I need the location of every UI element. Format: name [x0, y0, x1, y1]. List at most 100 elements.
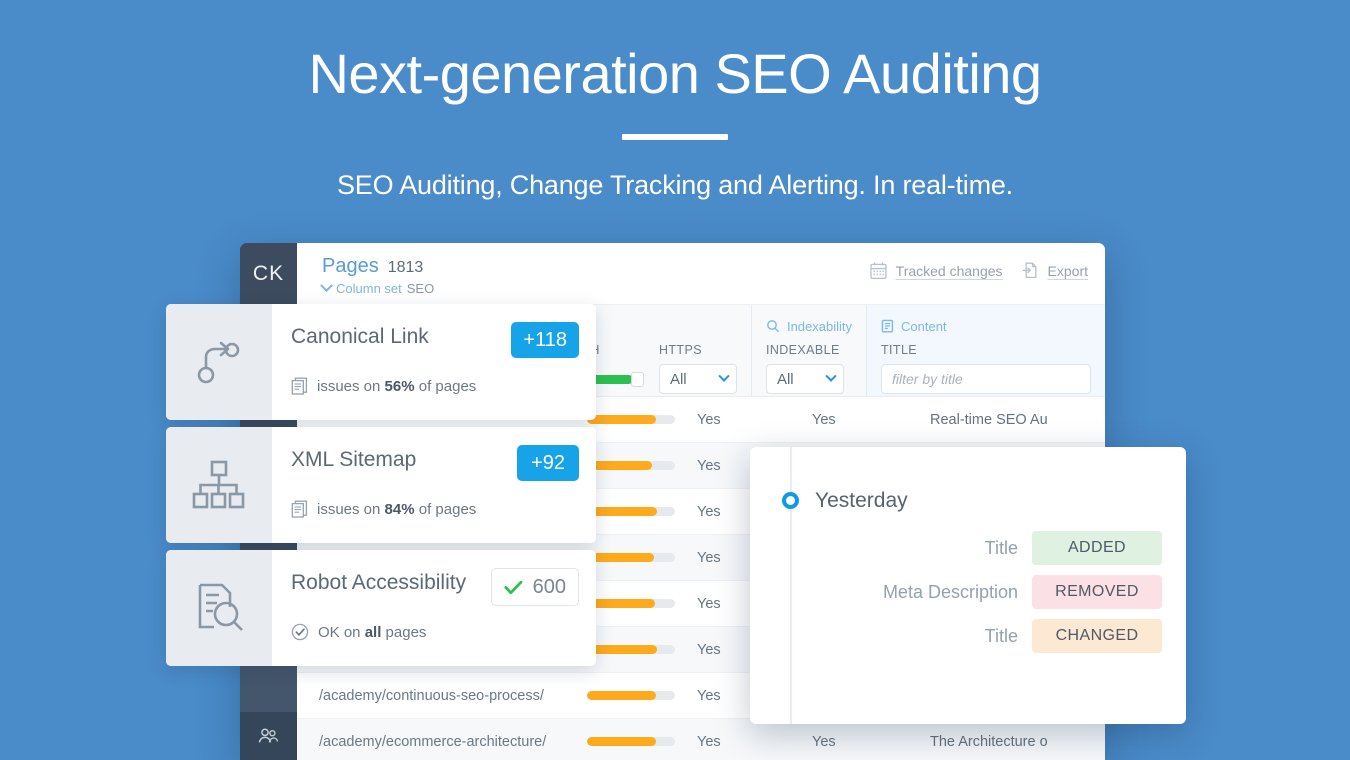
- tracked-changes-button[interactable]: Tracked changes: [869, 261, 1003, 280]
- hero-section: Next-generation SEO Auditing SEO Auditin…: [0, 0, 1350, 201]
- https-select[interactable]: All: [658, 364, 737, 394]
- timeline-entry-label: Title: [984, 537, 1018, 558]
- audit-card-badge: +92: [517, 445, 579, 481]
- cell-health: [587, 691, 697, 700]
- audit-card-badge-value: 600: [532, 575, 566, 598]
- health-bar: [587, 645, 675, 654]
- timeline-entry-label: Title: [984, 625, 1018, 646]
- indexable-select-value: All: [776, 370, 794, 388]
- https-select-value: All: [669, 370, 687, 388]
- filter-title: Content TITLE filter by title: [866, 305, 1105, 396]
- page-count: 1813: [387, 259, 424, 276]
- audit-card-body: XML Sitemap +92 issues on 84% of pages: [272, 427, 596, 543]
- document-icon: [881, 319, 894, 333]
- cell-https: Yes: [697, 733, 721, 750]
- documents-icon: [291, 500, 308, 518]
- title-divider: [622, 134, 728, 141]
- chevron-down-icon: [320, 279, 333, 293]
- export-label: Export: [1047, 262, 1088, 279]
- cell-health: [587, 553, 697, 562]
- audit-card[interactable]: XML Sitemap +92 issues on 84% of pages: [166, 427, 596, 543]
- topbar-actions: Tracked changes Export: [869, 261, 1088, 280]
- cell-health: [587, 645, 697, 654]
- users-icon: [258, 728, 279, 743]
- audit-card-body: Robot Accessibility 600 OK on all pages: [272, 550, 596, 666]
- filter-title-header: TITLE: [881, 343, 918, 357]
- timeline-entry: Meta Description REMOVED: [750, 575, 1162, 609]
- health-bar: [587, 415, 675, 424]
- audit-card-badge: +118: [511, 322, 579, 358]
- canonical-link-icon: [197, 341, 240, 384]
- table-row[interactable]: /academy/ecommerce-architecture/Yes Yes Th…: [297, 719, 1105, 760]
- filter-https-group: [659, 317, 737, 335]
- search-icon: [767, 320, 780, 333]
- audit-card-body: Canonical Link +118 issues on 56% of pages: [272, 304, 596, 420]
- cell-url: /academy/ecommerce-architecture/: [319, 733, 547, 750]
- health-bar: [587, 461, 675, 470]
- timeline-entry: Title CHANGED: [750, 619, 1162, 653]
- audit-card-icon-box: [166, 304, 272, 420]
- status-badge: REMOVED: [1032, 575, 1162, 609]
- section-label[interactable]: Pages: [322, 255, 379, 278]
- export-icon: [1022, 262, 1036, 279]
- health-bar: [587, 507, 675, 516]
- filter-https: HTTPS All: [645, 305, 751, 396]
- timeline-entry-label: Meta Description: [882, 581, 1018, 602]
- documents-icon: [291, 377, 308, 395]
- chevron-down-icon: [825, 370, 837, 382]
- chevron-down-icon: [718, 370, 730, 382]
- status-badge: ADDED: [1032, 531, 1162, 565]
- sitemap-icon: [192, 460, 245, 509]
- check-circle-icon: [291, 623, 309, 641]
- filter-indexable-header: INDEXABLE: [765, 343, 840, 357]
- filter-content-group: Content: [881, 317, 1091, 335]
- timeline-entry: Title ADDED: [750, 531, 1162, 565]
- audit-card-ok-badge: 600: [490, 568, 579, 606]
- cell-health: [587, 415, 697, 424]
- avatar[interactable]: CK: [240, 243, 297, 305]
- health-bar: [587, 691, 675, 700]
- cell-url: /academy/continuous-seo-process/: [319, 687, 544, 704]
- filter-https-header: HTTPS: [658, 343, 702, 357]
- sidebar-item-users[interactable]: [240, 712, 297, 760]
- title-filter-input[interactable]: filter by title: [881, 364, 1091, 394]
- health-slider-knob[interactable]: [630, 372, 644, 387]
- timeline-marker-icon: [782, 492, 799, 509]
- audit-card-icon-box: [166, 550, 272, 666]
- page-title: Next-generation SEO Auditing: [308, 42, 1042, 105]
- tracked-changes-label: Tracked changes: [895, 262, 1003, 279]
- status-badge: CHANGED: [1032, 619, 1162, 653]
- audit-card[interactable]: Canonical Link +118 issues on 56% of pages: [166, 304, 596, 420]
- cell-indexable: Yes: [812, 733, 836, 750]
- audit-card-note: OK on all pages: [291, 623, 426, 641]
- export-button[interactable]: Export: [1021, 261, 1088, 280]
- cell-indexable: Yes: [812, 411, 836, 428]
- page-subtitle: SEO Auditing, Change Tracking and Alerti…: [337, 170, 1013, 201]
- robot-accessibility-icon: [198, 583, 243, 631]
- timeline-entries: Title ADDED Meta Description REMOVED Title CH…: [750, 531, 1162, 663]
- column-set-value: SEO: [406, 281, 435, 296]
- filter-indexability-label: Indexability: [786, 318, 852, 334]
- breadcrumb: Pages 1813: [322, 255, 423, 278]
- audit-cards-panel: Canonical Link +118 issues on 56% of pages…: [166, 304, 596, 673]
- change-timeline-panel: Yesterday Title ADDED Meta Description REMO…: [750, 447, 1186, 724]
- app-topbar: Pages 1813 Column set SEO Tracked change…: [297, 243, 1105, 305]
- audit-card-note-text: issues on 84% of pages: [317, 500, 477, 518]
- cell-title: Real-time SEO Au: [930, 411, 1048, 428]
- cell-https: Yes: [697, 411, 721, 428]
- calendar-icon: [870, 262, 887, 280]
- audit-card[interactable]: Robot Accessibility 600 OK on all pages: [166, 550, 596, 666]
- cell-health: [587, 599, 697, 608]
- audit-card-note-text: issues on 56% of pages: [317, 377, 477, 395]
- cell-health: [587, 461, 697, 470]
- audit-card-note: issues on 84% of pages: [291, 500, 476, 518]
- health-bar: [587, 737, 675, 746]
- column-set-selector[interactable]: Column set SEO: [320, 279, 435, 296]
- timeline-heading: Yesterday: [815, 489, 908, 512]
- filter-indexability-group: Indexability: [766, 317, 852, 335]
- column-set-label: Column set: [336, 281, 402, 296]
- check-icon: [504, 580, 523, 594]
- indexable-select[interactable]: All: [765, 364, 844, 394]
- health-bar: [587, 553, 675, 562]
- health-bar: [587, 599, 675, 608]
